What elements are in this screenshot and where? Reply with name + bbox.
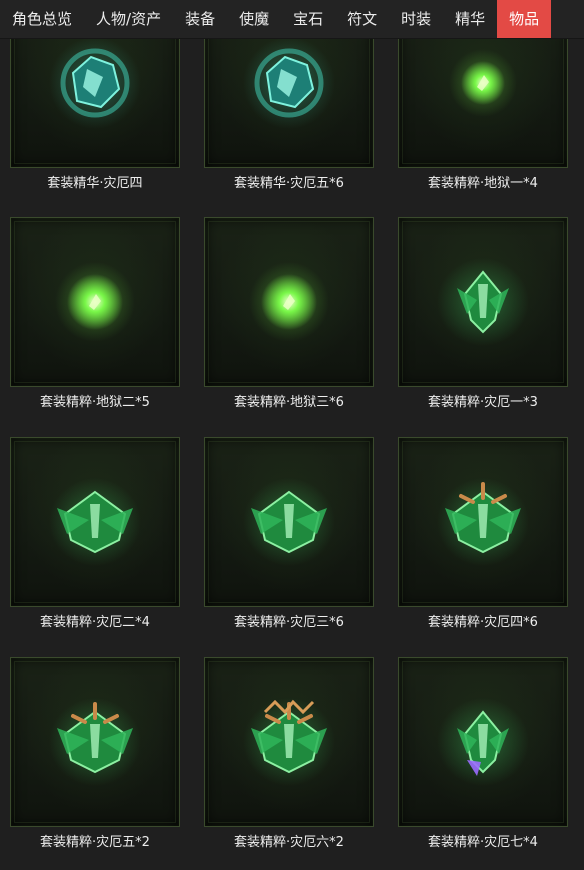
item-name: 套装精粹·灾厄三*6 bbox=[234, 615, 344, 630]
item-card[interactable]: 套装精粹·灾厄六*2 bbox=[204, 657, 374, 862]
tab-9[interactable]: 物品 bbox=[497, 0, 552, 38]
item-name: 套装精粹·地狱三*6 bbox=[234, 395, 344, 410]
item-card[interactable]: 套装精粹·灾厄七*4 bbox=[398, 657, 568, 862]
green-glow-orb-icon bbox=[249, 262, 329, 342]
tab-8[interactable]: 精华 bbox=[443, 0, 497, 38]
item-card[interactable]: 套装精粹·地狱二*5 bbox=[10, 217, 180, 422]
item-card[interactable]: 套装精粹·灾厄四*6 bbox=[398, 437, 568, 642]
green-violet-blade-crest-icon bbox=[437, 698, 529, 786]
item-name: 套装精粹·灾厄五*2 bbox=[40, 835, 150, 850]
item-card[interactable]: 套装精粹·灾厄三*6 bbox=[204, 437, 374, 642]
item-card[interactable]: 套装精粹·灾厄五*2 bbox=[10, 657, 180, 862]
green-leaf-crest-icon bbox=[243, 478, 335, 566]
item-name: 套装精华·灾厄四 bbox=[47, 176, 143, 191]
green-horned-crest-icon bbox=[437, 478, 529, 566]
item-card[interactable]: 套装精粹·地狱三*6 bbox=[204, 217, 374, 422]
item-name: 套装精粹·灾厄七*4 bbox=[428, 835, 538, 850]
tab-bar: 角色总览 人物/资产 装备 使魔 宝石 符文 时装 精华 物品 bbox=[0, 0, 584, 39]
item-name: 套装精粹·灾厄四*6 bbox=[428, 615, 538, 630]
item-name: 套装精粹·灾厄二*4 bbox=[40, 615, 150, 630]
tab-3[interactable]: 装备 bbox=[173, 0, 227, 38]
green-crystal-shard-icon bbox=[437, 258, 529, 346]
green-glow-orb-icon bbox=[55, 262, 135, 342]
item-card[interactable]: 套装精粹·灾厄一*3 bbox=[398, 217, 568, 422]
item-grid: 套装精华·灾厄四 套装精华·灾厄五*6 套装精粹·地狱一*4 套装精粹·地狱二*5 套装… bbox=[0, 0, 584, 870]
tab-2[interactable]: 人物/资产 bbox=[84, 0, 173, 38]
tab-1[interactable]: 角色总览 bbox=[0, 0, 84, 38]
tab-5[interactable]: 宝石 bbox=[281, 0, 335, 38]
item-name: 套装精粹·地狱二*5 bbox=[40, 395, 150, 410]
item-name: 套装精粹·灾厄一*3 bbox=[428, 395, 538, 410]
item-name: 套装精粹·地狱一*4 bbox=[428, 176, 538, 191]
tab-6[interactable]: 符文 bbox=[335, 0, 389, 38]
item-card[interactable]: 套装精粹·灾厄二*4 bbox=[10, 437, 180, 642]
item-name: 套装精粹·灾厄六*2 bbox=[234, 835, 344, 850]
green-gold-crown-crest-icon bbox=[243, 698, 335, 786]
green-leaf-crest-icon bbox=[49, 478, 141, 566]
item-name: 套装精华·灾厄五*6 bbox=[234, 176, 344, 191]
tab-4[interactable]: 使魔 bbox=[227, 0, 281, 38]
green-gold-crest-icon bbox=[49, 698, 141, 786]
tab-7[interactable]: 时装 bbox=[389, 0, 443, 38]
